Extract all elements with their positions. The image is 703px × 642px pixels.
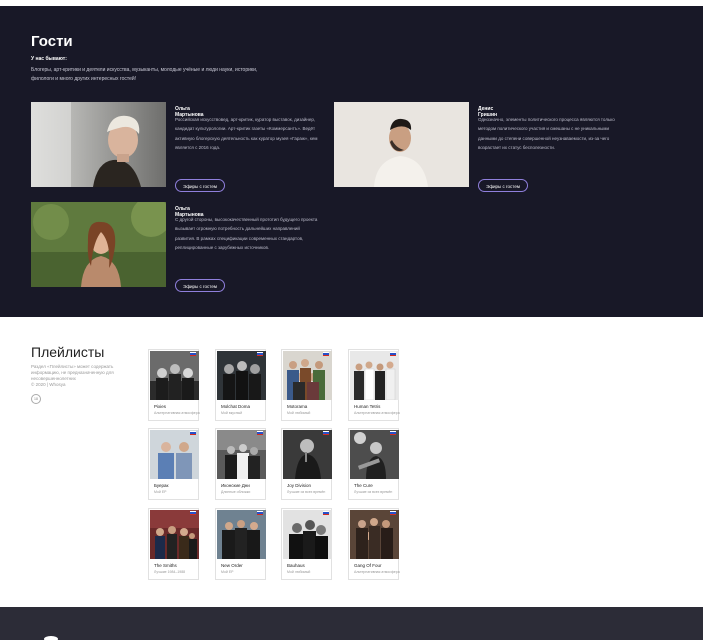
- playlist-title: The Cure: [354, 483, 373, 488]
- playlist-subtitle: Мой любимый: [287, 570, 311, 574]
- guests-subtitle: У нас бывают:: [31, 56, 67, 62]
- playlist-cover: [217, 510, 266, 559]
- guests-section: Гости У нас бывают: Блогеры, арт-критики…: [0, 6, 703, 317]
- copyright: © 2020 | Whosya: [31, 382, 66, 387]
- playlist-cover: [283, 430, 332, 479]
- playlist-card[interactable]: Gang Of Four Альтернативная атмосфера: [348, 508, 400, 580]
- flag-icon: [190, 352, 196, 356]
- guest-broadcasts-button[interactable]: Эфиры с гостем: [175, 179, 225, 192]
- playlist-title: Иконские Дни: [221, 483, 250, 488]
- playlist-card[interactable]: Pixies Альтернативная атмосфера: [148, 349, 200, 421]
- guest-photo: [31, 102, 166, 187]
- playlist-card[interactable]: Буерак Мой EP: [148, 428, 199, 500]
- playlist-cover: [217, 430, 266, 479]
- footer: [0, 607, 703, 642]
- flag-icon: [257, 511, 263, 515]
- playlist-cover: [350, 510, 399, 559]
- playlist-subtitle: Альтернативная атмосфера: [154, 411, 200, 415]
- playlist-title: Pixies: [154, 404, 167, 409]
- playlist-subtitle: Мой любимый: [287, 411, 311, 415]
- playlist-cover: [350, 351, 399, 400]
- guest-bio: С другой стороны, высококачественный про…: [175, 217, 318, 251]
- guest-broadcasts-button[interactable]: Эфиры с гостем: [175, 279, 225, 292]
- playlist-cover: [150, 351, 199, 400]
- playlist-title: Molchat Doma: [221, 404, 251, 409]
- playlist-subtitle: Мой вкусный: [221, 411, 243, 415]
- flag-icon: [390, 352, 396, 356]
- flag-icon: [323, 511, 329, 515]
- flag-icon: [323, 352, 329, 356]
- flag-icon: [190, 511, 196, 515]
- playlist-title: Bauhaus: [287, 563, 305, 568]
- flag-icon: [257, 352, 263, 356]
- flag-icon: [323, 431, 329, 435]
- playlist-title: Буерак: [154, 483, 169, 488]
- playlist-card[interactable]: Human Tetris Альтернативная атмосфера: [348, 349, 400, 421]
- playlist-card[interactable]: Molchat Doma Мой вкусный: [215, 349, 266, 421]
- playlist-title: Motorama: [287, 404, 308, 409]
- logo-icon: [44, 636, 58, 642]
- flag-icon: [190, 431, 196, 435]
- playlist-card[interactable]: Bauhaus Мой любимый: [281, 508, 332, 580]
- playlist-title: Human Tetris: [354, 404, 381, 409]
- flag-icon: [390, 511, 396, 515]
- playlist-title: Joy Division: [287, 483, 312, 488]
- guest-bio: Российская искусствовед, арт-критик, кур…: [175, 117, 318, 151]
- playlist-cover: [350, 430, 399, 479]
- age-rating-badge: 18: [31, 394, 41, 404]
- playlist-title: The Smiths: [154, 563, 177, 568]
- guest-photo: [334, 102, 469, 187]
- playlist-card[interactable]: Иконские Дни Длинные обложки: [215, 428, 266, 500]
- playlist-cover: [217, 351, 266, 400]
- playlists-title: Плейлисты: [31, 344, 105, 360]
- playlist-title: Gang Of Four: [354, 563, 382, 568]
- guest-broadcasts-button[interactable]: Эфиры с гостем: [478, 179, 528, 192]
- playlist-cover: [283, 510, 332, 559]
- guest-photo: [31, 202, 166, 287]
- playlist-subtitle: Альтернативная атмосфера: [354, 570, 400, 574]
- playlist-card[interactable]: The Cure Лучшие из всех времён: [348, 428, 399, 500]
- playlist-subtitle: Мой EP: [221, 570, 234, 574]
- playlists-description: Раздел «Плейлисты» может содержать инфор…: [31, 364, 114, 387]
- playlist-cover: [150, 430, 199, 479]
- playlist-subtitle: Мой EP: [154, 490, 167, 494]
- playlist-subtitle: Лучшие из всех времён: [354, 490, 393, 494]
- guests-title: Гости: [31, 33, 73, 50]
- guest-bio: Однозначно, элементы политического проце…: [478, 117, 615, 151]
- flag-icon: [390, 431, 396, 435]
- playlist-title: New Order: [221, 563, 243, 568]
- playlist-card[interactable]: New Order Мой EP: [215, 508, 266, 580]
- guests-description: Блогеры, арт-критики и деятели искусства…: [31, 67, 258, 82]
- playlist-cover: [283, 351, 332, 400]
- playlist-card[interactable]: Joy Division Лучшие из всех времён: [281, 428, 332, 500]
- playlist-subtitle: Лучшие из всех времён: [287, 490, 326, 494]
- playlist-subtitle: Альтернативная атмосфера: [354, 411, 400, 415]
- playlist-cover: [150, 510, 199, 559]
- playlist-subtitle: Лучшие 1984–1988: [154, 570, 186, 574]
- flag-icon: [257, 431, 263, 435]
- playlist-card[interactable]: The Smiths Лучшие 1984–1988: [148, 508, 199, 580]
- playlist-card[interactable]: Motorama Мой любимый: [281, 349, 332, 421]
- playlist-subtitle: Длинные обложки: [221, 490, 251, 494]
